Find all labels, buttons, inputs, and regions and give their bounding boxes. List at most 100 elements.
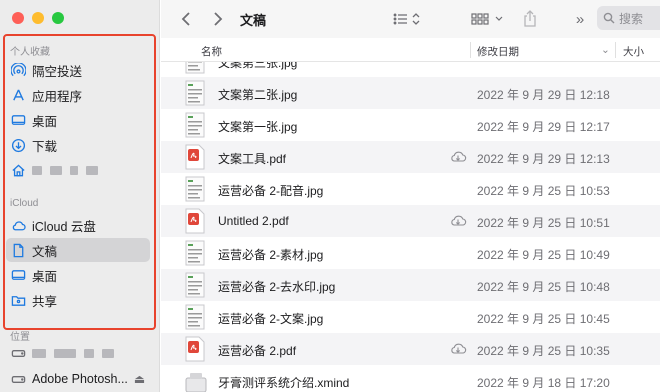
column-size[interactable]: 大小 [623,44,644,59]
file-row[interactable]: 文案第三张.jpg [161,62,660,77]
redacted-text [32,348,46,358]
file-name: 牙膏测评系统介绍.xmind [218,376,350,390]
column-name[interactable]: 名称 [201,44,222,59]
sidebar-item-shared[interactable]: 共享 [6,288,150,312]
share-icon [524,10,536,27]
minimize-window-button[interactable] [32,12,44,24]
file-list: 文案第三张.jpg 文案第二张.jpg 2022 年 9 月 29 日 12:18 文… [161,62,660,392]
sidebar-item-label: 隔空投送 [32,64,83,79]
file-row[interactable]: 运营必备 2-素材.jpg 2022 年 9 月 25 日 10:49 [161,237,660,269]
file-modified-date: 2022 年 9 月 25 日 10:35 [477,344,610,358]
file-row[interactable]: 文案第二张.jpg 2022 年 9 月 29 日 12:18 [161,77,660,109]
sidebar-item-label: 桌面 [32,114,58,129]
file-name: 运营必备 2-去水印.jpg [218,280,336,294]
redacted-text [86,165,98,175]
file-row[interactable]: 牙膏测评系统介绍.xmind 2022 年 9 月 18 日 17:20 [161,365,660,392]
redacted-text [70,165,78,175]
file-modified-date: 2022 年 9 月 29 日 12:17 [477,120,610,134]
file-row[interactable]: 运营必备 2-去水印.jpg 2022 年 9 月 25 日 10:48 [161,269,660,301]
file-name: 文案第三张.jpg [218,62,298,70]
document-icon [10,242,26,258]
file-modified-date: 2022 年 9 月 25 日 10:48 [477,280,610,294]
file-modified-date: 2022 年 9 月 25 日 10:53 [477,184,610,198]
cloud-download-icon[interactable] [449,342,467,356]
sidebar-item-home[interactable] [6,158,150,182]
close-window-button[interactable] [12,12,24,24]
file-name: 运营必备 2-配音.jpg [218,184,324,198]
desktop-icon [10,112,26,128]
xmind-file-icon [185,368,207,392]
list-view-icon [393,13,420,25]
cloud-download-icon[interactable] [449,214,467,228]
favorites-header: 个人收藏 [10,47,50,58]
file-modified-date: 2022 年 9 月 29 日 12:18 [477,88,610,102]
share-button[interactable] [521,8,539,30]
search-placeholder: 搜索 [619,11,644,26]
home-icon [10,162,26,178]
more-toolbar-button[interactable]: » [571,8,589,30]
sidebar-item-airdrop[interactable]: 隔空投送 [6,58,150,82]
redacted-text [50,165,62,175]
disk-icon [10,371,26,387]
chevron-right-icon [214,12,223,26]
sidebar-item-icloud-drive[interactable]: iCloud 云盘 [6,213,150,237]
file-modified-date: 2022 年 9 月 25 日 10:49 [477,248,610,262]
sidebar-item-desktop[interactable]: 桌面 [6,108,150,132]
sidebar: 个人收藏 隔空投送 应用程序 桌面 下载 iCloud iCloud 云盘 文稿… [0,0,160,392]
back-button[interactable] [177,8,195,30]
pdf-file-icon [185,336,205,362]
file-name: 文案工具.pdf [218,152,287,166]
sidebar-item-icloud-desktop[interactable]: 桌面 [6,263,150,287]
sidebar-item-disk[interactable] [6,341,150,365]
column-header: 名称 修改日期 ⌄ 大小 [161,38,660,62]
image-file-icon [185,62,205,74]
column-modified[interactable]: 修改日期 [477,44,519,59]
file-modified-date: 2022 年 9 月 25 日 10:45 [477,312,610,326]
window-title: 文稿 [240,13,267,28]
cloud-download-icon[interactable] [449,150,467,164]
file-name: 运营必备 2-文案.jpg [218,312,324,326]
pdf-file-icon [185,208,205,234]
sidebar-item-label: 共享 [32,294,58,309]
column-divider[interactable] [615,42,616,58]
file-name: 文案第一张.jpg [218,120,298,134]
file-modified-date: 2022 年 9 月 29 日 12:13 [477,152,610,166]
file-name: 文案第二张.jpg [218,88,298,102]
file-row[interactable]: 文案工具.pdf 2022 年 9 月 29 日 12:13 [161,141,660,173]
airdrop-icon [10,62,26,78]
image-file-icon [185,176,205,202]
zoom-window-button[interactable] [52,12,64,24]
shared-folder-icon [10,292,26,308]
applications-icon [10,87,26,103]
toolbar: 文稿 » 搜索 [161,0,660,38]
image-file-icon [185,304,205,330]
disk-icon [10,345,26,361]
sidebar-item-downloads[interactable]: 下载 [6,133,150,157]
sidebar-item-adobe-photoshop[interactable]: Adobe Photosh... ⏏ [6,367,150,391]
forward-button[interactable] [209,8,227,30]
file-row[interactable]: 运营必备 2-文案.jpg 2022 年 9 月 25 日 10:45 [161,301,660,333]
sidebar-item-documents[interactable]: 文稿 [6,238,150,262]
image-file-icon [185,272,205,298]
file-row[interactable]: 运营必备 2-配音.jpg 2022 年 9 月 25 日 10:53 [161,173,660,205]
sidebar-item-label: Adobe Photosh... [32,372,128,386]
sidebar-item-label: 应用程序 [32,89,83,104]
file-row[interactable]: Untitled 2.pdf 2022 年 9 月 25 日 10:51 [161,205,660,237]
image-file-icon [185,240,205,266]
desktop-icon [10,267,26,283]
group-by-button[interactable] [471,8,505,30]
sort-chevron-down-icon[interactable]: ⌄ [601,44,610,56]
sidebar-item-label: 下载 [32,139,58,154]
search-field[interactable]: 搜索 [597,6,660,30]
redacted-text [84,348,94,358]
grid-view-icon [471,13,503,25]
eject-icon[interactable]: ⏏ [134,372,145,386]
view-list-button[interactable] [391,8,423,30]
file-row[interactable]: 运营必备 2.pdf 2022 年 9 月 25 日 10:35 [161,333,660,365]
file-row[interactable]: 文案第一张.jpg 2022 年 9 月 29 日 12:17 [161,109,660,141]
file-name: 运营必备 2.pdf [218,344,297,358]
file-modified-date: 2022 年 9 月 18 日 17:20 [477,376,610,390]
window-controls [12,12,64,24]
sidebar-item-applications[interactable]: 应用程序 [6,83,150,107]
column-divider[interactable] [470,42,471,58]
